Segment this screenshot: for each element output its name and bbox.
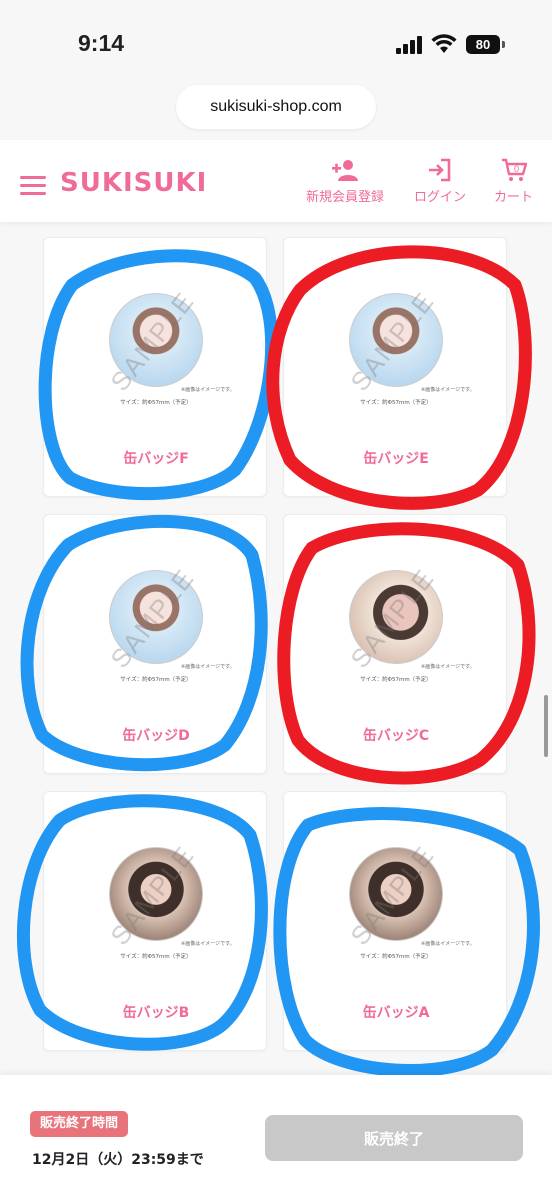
product-title[interactable]: 缶バッジB: [44, 1002, 266, 1022]
product-title[interactable]: 缶バッジC: [284, 725, 506, 745]
size-note: サイズ：約Φ57mm（予定）: [360, 954, 432, 960]
site-logo[interactable]: SUKISUKI: [60, 168, 207, 198]
size-note: サイズ：約Φ57mm（予定）: [120, 677, 192, 683]
product-card[interactable]: SAMPLE ※画像はイメージです。 サイズ：約Φ57mm（予定） 缶バッジB: [43, 791, 267, 1051]
image-note: ※画像はイメージです。: [421, 664, 475, 670]
scrollbar-thumb[interactable]: [544, 695, 548, 757]
battery-tip: [502, 41, 505, 48]
status-time: 9:14: [78, 30, 125, 56]
product-title[interactable]: 缶バッジD: [44, 725, 266, 745]
product-title[interactable]: 缶バッジA: [284, 1002, 506, 1022]
nav-cart-label: カート: [494, 190, 534, 205]
login-icon: [429, 158, 451, 182]
size-note: サイズ：約Φ57mm（予定）: [120, 400, 192, 406]
product-card[interactable]: SAMPLE ※画像はイメージです。 サイズ：約Φ57mm（予定） 缶バッジC: [283, 514, 507, 774]
image-note: ※画像はイメージです。: [421, 387, 475, 393]
nav-register[interactable]: 新規会員登録: [306, 158, 384, 205]
add-user-icon: [332, 160, 358, 181]
size-note: サイズ：約Φ57mm（予定）: [360, 400, 432, 406]
sale-end-label: 販売終了時間: [30, 1111, 129, 1137]
cart-count: 0: [513, 164, 518, 174]
sale-end-time: 12月2日（火）23:59まで: [32, 1152, 204, 1168]
product-card[interactable]: SAMPLE ※画像はイメージです。 サイズ：約Φ57mm（予定） 缶バッジA: [283, 791, 507, 1051]
image-note: ※画像はイメージです。: [181, 387, 235, 393]
cellular-signal-icon: [396, 36, 424, 54]
menu-icon[interactable]: [20, 176, 46, 196]
image-note: ※画像はイメージです。: [421, 941, 475, 947]
product-title[interactable]: 缶バッジE: [284, 448, 506, 468]
product-title[interactable]: 缶バッジF: [44, 448, 266, 468]
sold-out-button[interactable]: 販売終了: [265, 1115, 523, 1161]
image-note: ※画像はイメージです。: [181, 941, 235, 947]
wifi-icon: [431, 34, 457, 53]
product-card[interactable]: SAMPLE ※画像はイメージです。 サイズ：約Φ57mm（予定） 缶バッジE: [283, 237, 507, 497]
site-header: SUKISUKI 新規会員登録 ログイン 0 カート: [0, 140, 552, 222]
nav-register-label: 新規会員登録: [306, 190, 385, 205]
product-card[interactable]: SAMPLE ※画像はイメージです。 サイズ：約Φ57mm（予定） 缶バッジF: [43, 237, 267, 497]
cart-icon: 0: [501, 158, 527, 181]
purchase-footer: 販売終了時間 12月2日（火）23:59まで 販売終了: [0, 1075, 552, 1200]
product-card[interactable]: SAMPLE ※画像はイメージです。 サイズ：約Φ57mm（予定） 缶バッジD: [43, 514, 267, 774]
image-note: ※画像はイメージです。: [181, 664, 235, 670]
status-bar: 9:14 80: [0, 0, 552, 80]
size-note: サイズ：約Φ57mm（予定）: [360, 677, 432, 683]
nav-cart[interactable]: 0 カート: [494, 158, 533, 205]
nav-login[interactable]: ログイン: [414, 158, 466, 205]
battery-icon: 80: [466, 35, 500, 54]
size-note: サイズ：約Φ57mm（予定）: [120, 954, 192, 960]
url-bar[interactable]: sukisuki-shop.com: [176, 85, 376, 129]
nav-login-label: ログイン: [414, 190, 467, 205]
